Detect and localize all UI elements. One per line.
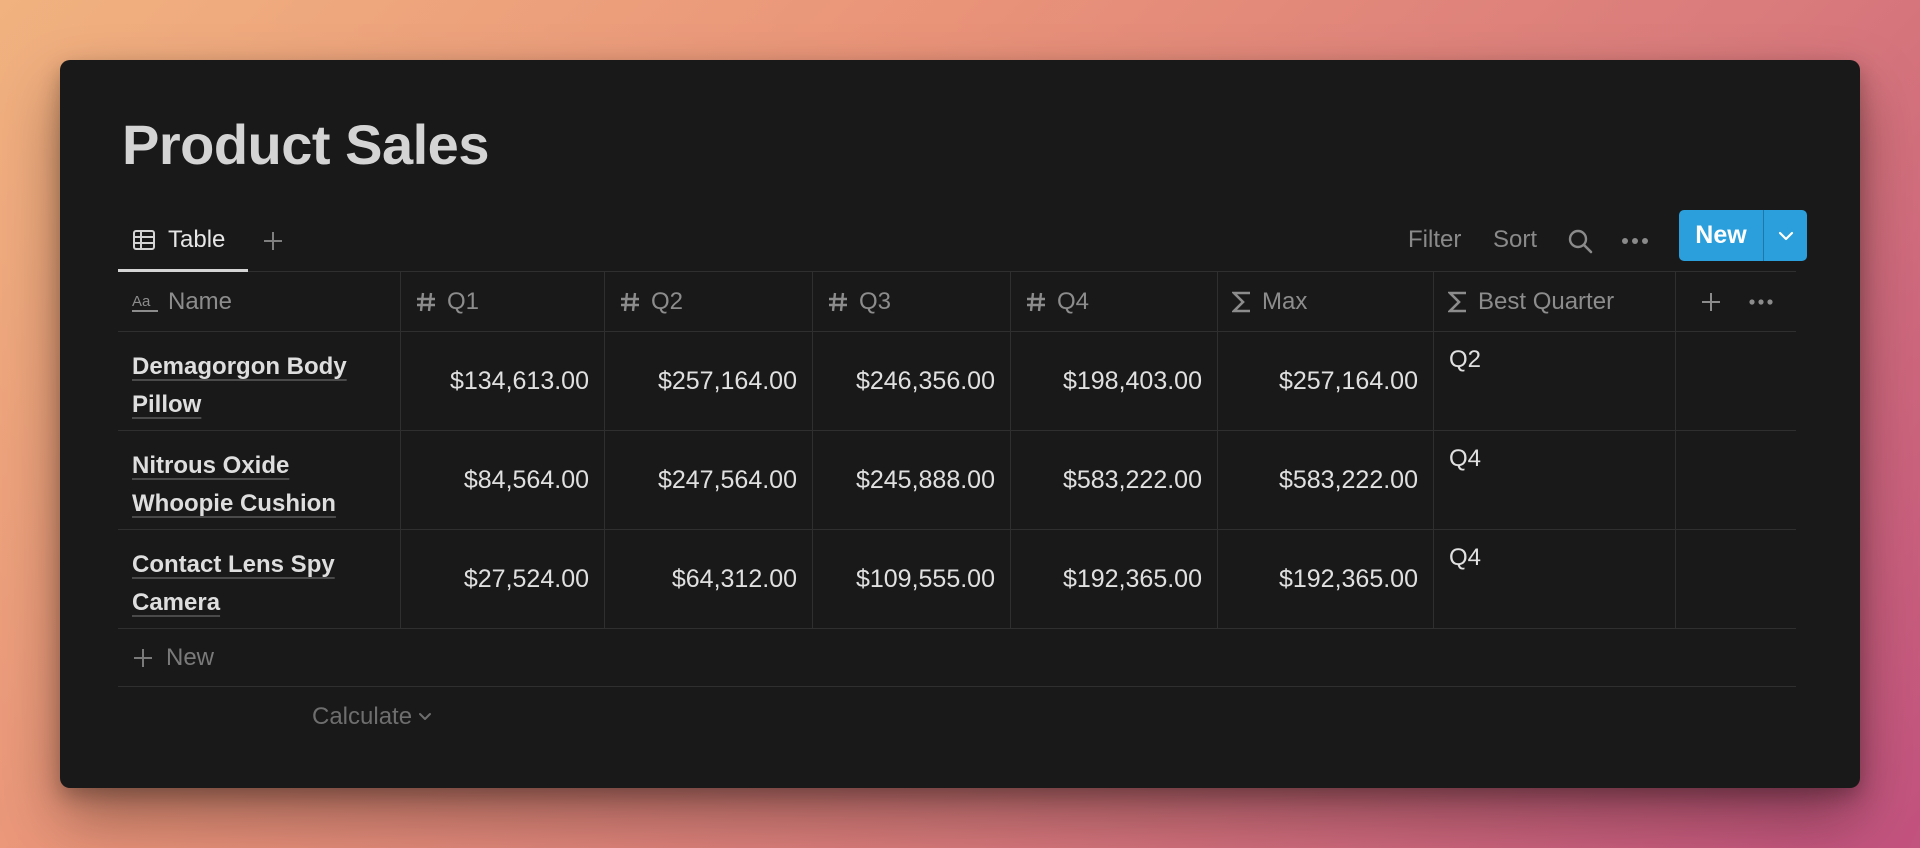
more-options-button[interactable]	[1617, 223, 1653, 259]
best-quarter-cell[interactable]: Q4	[1434, 431, 1676, 529]
column-header-label: Best Quarter	[1478, 287, 1615, 315]
q4-cell[interactable]: $583,222.00	[1011, 431, 1218, 529]
name-cell[interactable]: Contact Lens Spy Camera	[118, 530, 401, 628]
chevron-down-icon	[1778, 231, 1793, 240]
row-name[interactable]: Contact Lens Spy Camera	[132, 551, 335, 616]
q1-cell[interactable]: $134,613.00	[401, 332, 605, 430]
max-cell[interactable]: $192,365.00	[1218, 530, 1434, 628]
ellipsis-icon	[1622, 238, 1648, 244]
chevron-down-icon	[419, 713, 432, 720]
table-row: Contact Lens Spy Camera $27,524.00 $64,3…	[118, 530, 1796, 629]
table-row: Nitrous Oxide Whoopie Cushion $84,564.00…	[118, 431, 1796, 530]
sort-button[interactable]: Sort	[1493, 226, 1537, 254]
column-header-label: Max	[1262, 287, 1308, 315]
q1-cell[interactable]: $84,564.00	[401, 431, 605, 529]
view-bar: Table Filter Sort New	[118, 210, 1807, 272]
hash-icon	[1027, 292, 1045, 311]
row-name[interactable]: Demagorgon Body Pillow	[132, 353, 347, 418]
text-icon: Aa	[132, 293, 158, 312]
search-button[interactable]	[1562, 223, 1598, 259]
column-header-label: Q2	[651, 287, 684, 315]
row-name[interactable]: Nitrous Oxide Whoopie Cushion	[132, 452, 336, 517]
calculate-button[interactable]: Calculate	[312, 703, 432, 731]
q2-cell[interactable]: $247,564.00	[605, 431, 813, 529]
hash-icon	[621, 292, 639, 311]
q1-cell[interactable]: $27,524.00	[401, 530, 605, 628]
hash-icon	[417, 292, 435, 311]
column-header-label: Q4	[1057, 287, 1090, 315]
q4-cell[interactable]: $192,365.00	[1011, 530, 1218, 628]
column-header-q3[interactable]: Q3	[813, 272, 1011, 331]
new-options-dropdown[interactable]	[1764, 210, 1807, 261]
add-property-icon[interactable]	[1700, 291, 1722, 313]
table-row: Demagorgon Body Pillow $134,613.00 $257,…	[118, 332, 1796, 431]
column-header-label: Name	[168, 287, 233, 315]
max-cell[interactable]: $257,164.00	[1218, 332, 1434, 430]
svg-text:Aa: Aa	[132, 293, 151, 310]
hash-icon	[829, 292, 847, 311]
calculate-row: Calculate	[118, 687, 1796, 747]
search-icon	[1568, 229, 1593, 254]
tab-table[interactable]: Table	[118, 210, 248, 272]
add-view-button[interactable]	[256, 224, 290, 258]
q3-cell[interactable]: $246,356.00	[813, 332, 1011, 430]
add-row-label: New	[166, 643, 215, 671]
table-header-row: Aa Name Q1 Q2 Q3 Q4 Max Best Quarter	[118, 272, 1796, 332]
plus-icon	[264, 232, 282, 250]
best-quarter-cell[interactable]: Q2	[1434, 332, 1676, 430]
name-cell[interactable]: Nitrous Oxide Whoopie Cushion	[118, 431, 401, 529]
ellipsis-icon[interactable]	[1748, 298, 1773, 306]
best-quarter-cell[interactable]: Q4	[1434, 530, 1676, 628]
q2-cell[interactable]: $64,312.00	[605, 530, 813, 628]
q2-cell[interactable]: $257,164.00	[605, 332, 813, 430]
q4-cell[interactable]: $198,403.00	[1011, 332, 1218, 430]
new-button[interactable]: New	[1679, 210, 1807, 261]
column-header-best-quarter[interactable]: Best Quarter	[1434, 272, 1676, 331]
name-cell[interactable]: Demagorgon Body Pillow	[118, 332, 401, 430]
filter-button[interactable]: Filter	[1408, 226, 1461, 254]
sigma-icon	[1232, 291, 1250, 312]
sigma-icon	[1448, 291, 1466, 312]
empty-cell	[1676, 530, 1796, 628]
column-header-q4[interactable]: Q4	[1011, 272, 1218, 331]
page-title: Product Sales	[122, 113, 489, 176]
column-header-label: Q1	[447, 287, 480, 315]
column-header-label: Q3	[859, 287, 892, 315]
column-header-max[interactable]: Max	[1218, 272, 1434, 331]
max-cell[interactable]: $583,222.00	[1218, 431, 1434, 529]
column-header-q1[interactable]: Q1	[401, 272, 605, 331]
calculate-label: Calculate	[312, 703, 413, 730]
column-header-name[interactable]: Aa Name	[118, 272, 401, 331]
plus-icon	[134, 648, 152, 667]
app-window: Product Sales Table Filter Sort New Aa N…	[60, 60, 1860, 788]
column-actions	[1676, 272, 1796, 331]
empty-cell	[1676, 332, 1796, 430]
new-button-label[interactable]: New	[1679, 210, 1764, 261]
q3-cell[interactable]: $245,888.00	[813, 431, 1011, 529]
column-header-q2[interactable]: Q2	[605, 272, 813, 331]
q3-cell[interactable]: $109,555.00	[813, 530, 1011, 628]
sales-table: Aa Name Q1 Q2 Q3 Q4 Max Best Quarter Dem…	[118, 272, 1796, 747]
tab-table-label: Table	[168, 225, 226, 253]
empty-cell	[1676, 431, 1796, 529]
table-icon	[133, 229, 155, 250]
add-row-button[interactable]: New	[118, 629, 1796, 687]
